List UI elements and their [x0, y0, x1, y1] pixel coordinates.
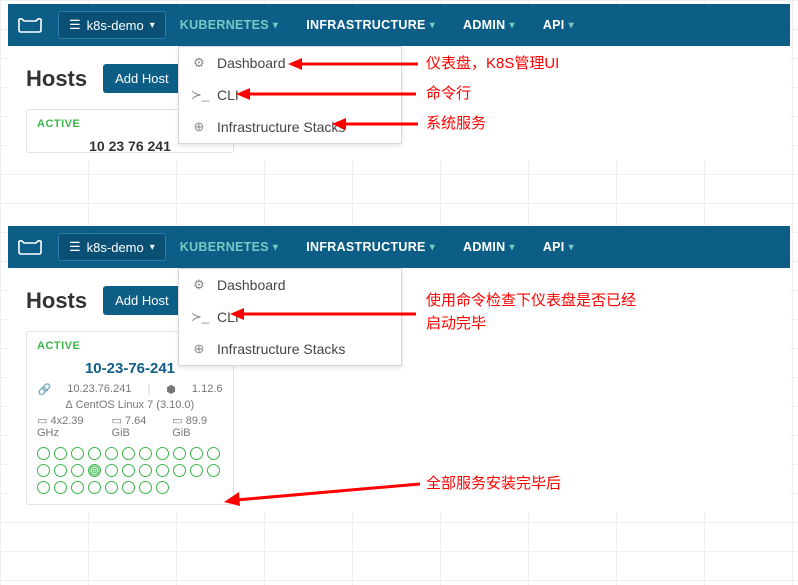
navbar: ☰ k8s-demo ▾ KUBERNETES▾ INFRASTRUCTURE▾…	[8, 4, 790, 46]
globe-icon: ⊕	[191, 119, 207, 135]
host-mem: 7.64 GiB	[112, 415, 147, 439]
status-badge: ACTIVE	[37, 118, 80, 130]
docker-icon: ⬢	[166, 383, 176, 396]
stack-icon: ☰	[69, 17, 81, 33]
brand-logo[interactable]	[8, 226, 52, 268]
nav-admin[interactable]: ADMIN▾	[449, 226, 529, 268]
annotation-cli-check: 使用命令检查下仪表盘是否已经启动完毕	[426, 290, 646, 335]
host-cpu: 4x2.39 GHz	[37, 415, 83, 439]
page-title: Hosts	[26, 288, 87, 314]
navbar: ☰ k8s-demo ▾ KUBERNETES▾ INFRASTRUCTURE▾…	[8, 226, 790, 268]
chevron-down-icon: ▾	[150, 242, 155, 253]
nav-admin[interactable]: ADMIN▾	[449, 4, 529, 46]
environment-name: k8s-demo	[87, 240, 144, 255]
nav-api[interactable]: API▾	[529, 4, 588, 46]
chevron-down-icon: ▾	[273, 20, 278, 31]
chevron-down-icon: ▾	[150, 20, 155, 31]
globe-icon: ⊕	[191, 341, 207, 357]
menu-infrastructure-stacks[interactable]: ⊕ Infrastructure Stacks	[179, 333, 401, 365]
gear-icon: ⚙	[191, 277, 207, 293]
environment-name: k8s-demo	[87, 18, 144, 33]
host-os: CentOS Linux 7 (3.10.0)	[76, 399, 195, 411]
page-title: Hosts	[26, 66, 87, 92]
brand-logo[interactable]	[8, 4, 52, 46]
host-ip: 10.23.76.241	[67, 383, 131, 396]
annotation-stacks: 系统服务	[426, 112, 486, 133]
environment-picker[interactable]: ☰ k8s-demo ▾	[58, 233, 166, 261]
annotation-dashboard: 仪表盘，K8S管理UI	[426, 52, 559, 73]
link-icon: 🔗	[38, 383, 52, 396]
nav-api[interactable]: API▾	[529, 226, 588, 268]
chevron-down-icon: ▾	[569, 20, 574, 31]
nav-kubernetes[interactable]: KUBERNETES▾	[166, 4, 292, 46]
chevron-down-icon: ▾	[569, 242, 574, 253]
add-host-button[interactable]: Add Host	[103, 286, 180, 315]
menu-dashboard[interactable]: ⚙ Dashboard	[179, 269, 401, 301]
annotation-services-done: 全部服务安装完毕后	[426, 472, 561, 493]
terminal-icon: ≻_	[191, 309, 207, 325]
host-disk: 89.9 GiB	[172, 415, 207, 439]
add-host-button[interactable]: Add Host	[103, 64, 180, 93]
nav-infrastructure[interactable]: INFRASTRUCTURE▾	[292, 4, 449, 46]
chevron-down-icon: ▾	[510, 242, 515, 253]
stack-icon: ☰	[69, 239, 81, 255]
nav-kubernetes[interactable]: KUBERNETES▾	[166, 226, 292, 268]
nav-infrastructure[interactable]: INFRASTRUCTURE▾	[292, 226, 449, 268]
chevron-down-icon: ▾	[273, 242, 278, 253]
terminal-icon: ≻_	[191, 87, 207, 103]
service-status-dots	[37, 447, 223, 494]
docker-version: 1.12.6	[192, 383, 223, 396]
gear-icon: ⚙	[191, 55, 207, 71]
chevron-down-icon: ▾	[510, 20, 515, 31]
environment-picker[interactable]: ☰ k8s-demo ▾	[58, 11, 166, 39]
chevron-down-icon: ▾	[430, 242, 435, 253]
linux-icon: ∆	[66, 399, 76, 411]
chevron-down-icon: ▾	[430, 20, 435, 31]
annotation-cli: 命令行	[426, 82, 471, 103]
status-badge: ACTIVE	[37, 340, 80, 352]
